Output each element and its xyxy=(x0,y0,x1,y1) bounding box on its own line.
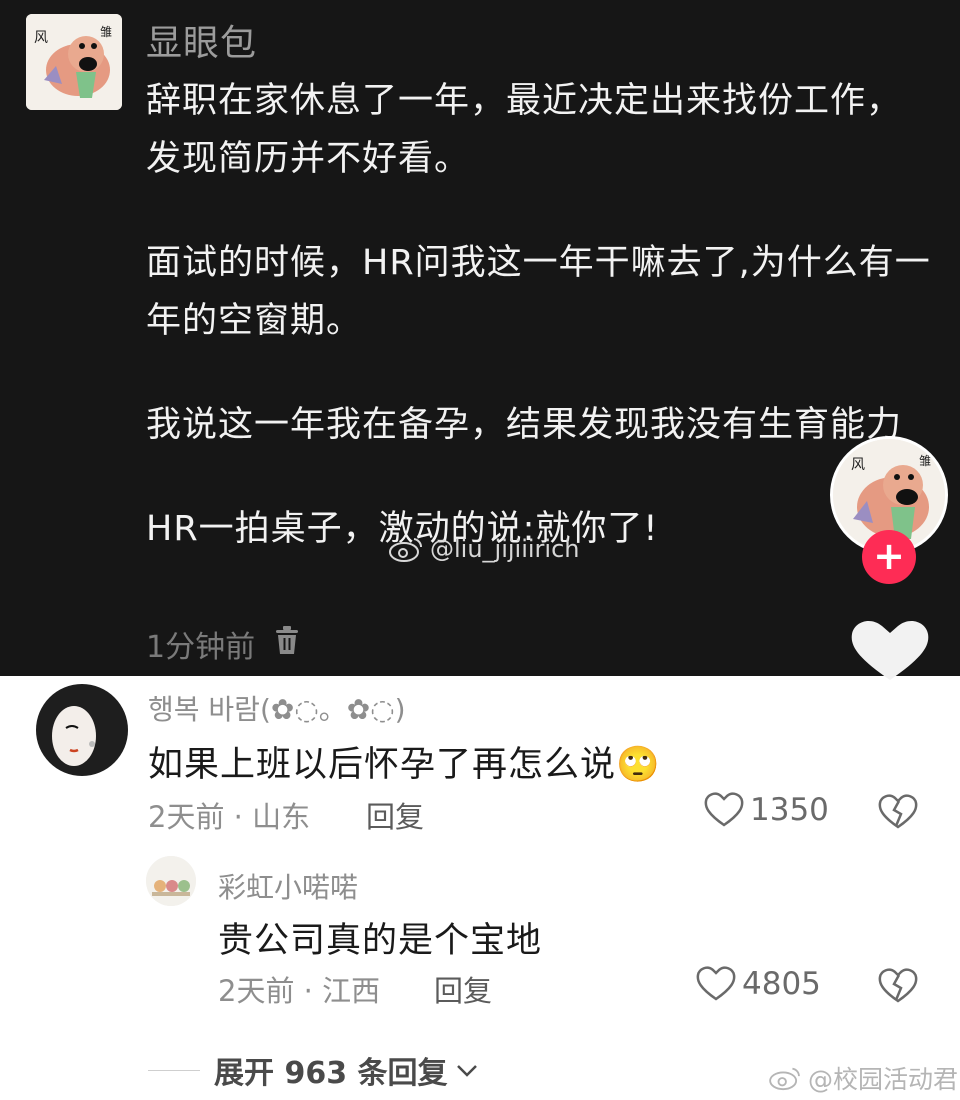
expand-replies-button[interactable]: 展开 963 条回复 xyxy=(148,1048,480,1092)
reply-like[interactable]: 4805 xyxy=(696,966,821,1002)
reply-text: 贵公司真的是个宝地 xyxy=(218,921,543,961)
post-body: 辞职在家休息了一年，最近决定出来找份工作，发现简历并不好看。 面试的时候，HR问… xyxy=(146,72,936,558)
follow-plus-button[interactable]: + xyxy=(862,530,916,584)
reply-button[interactable]: 回复 xyxy=(434,968,492,1010)
like-heart-icon[interactable] xyxy=(848,618,932,686)
bottom-watermark-text: @校园活动君 xyxy=(808,1065,959,1094)
post-author-avatar[interactable]: 风 雏 xyxy=(26,14,122,110)
like-count: 4805 xyxy=(742,966,821,1002)
svg-text:雏: 雏 xyxy=(100,24,112,39)
post-paragraph: 我说这一年我在备孕，结果发现我没有生育能力 xyxy=(146,405,903,445)
reply-button[interactable]: 回复 xyxy=(366,794,424,836)
post-username[interactable]: 显眼包 xyxy=(146,14,257,66)
watermark-text: @liu_jijiiirich xyxy=(430,535,580,563)
broken-heart-icon[interactable] xyxy=(878,794,918,834)
comment-avatar[interactable] xyxy=(36,684,128,776)
post-paragraph: 面试的时候，HR问我这一年干嘛去了,为什么有一年的空窗期。 xyxy=(146,243,931,341)
like-count: 1350 xyxy=(750,792,829,828)
comment-text-content: 如果上班以后怀孕了再怎么说 xyxy=(148,745,617,785)
post-panel: 风 雏 显眼包 辞职在家休息了一年，最近决定出来找份工作，发现简历并不好看。 面… xyxy=(0,0,960,680)
post-paragraph: 辞职在家休息了一年，最近决定出来找份工作，发现简历并不好看。 xyxy=(146,81,903,179)
comment-like[interactable]: 1350 xyxy=(704,792,829,828)
reply-username[interactable]: 彩虹小喏喏 xyxy=(218,866,358,906)
svg-text:雏: 雏 xyxy=(919,453,931,468)
reply-avatar[interactable] xyxy=(146,856,196,906)
plus-icon: + xyxy=(873,534,905,578)
image-watermark: @liu_jijiiirich xyxy=(388,535,580,563)
weibo-icon xyxy=(769,1067,800,1091)
svg-text:风: 风 xyxy=(851,457,865,473)
heart-icon xyxy=(696,966,736,1001)
broken-heart-icon[interactable] xyxy=(878,968,918,1008)
comment-text: 如果上班以后怀孕了再怎么说🙄 xyxy=(148,736,661,787)
comment-username[interactable]: 행복 바람(✿◌。✿◌) xyxy=(148,688,406,728)
svg-text:风: 风 xyxy=(34,30,48,46)
divider xyxy=(148,1069,200,1071)
expand-replies-label: 展开 963 条回复 xyxy=(214,1056,448,1091)
bottom-watermark: @校园活动君 xyxy=(768,1060,958,1096)
trash-icon[interactable] xyxy=(273,625,301,663)
chevron-down-icon xyxy=(456,1065,477,1077)
post-meta: 1分钟前 xyxy=(146,622,301,666)
comment-meta: 2天前 · 山东 xyxy=(148,800,311,834)
post-time: 1分钟前 xyxy=(146,630,256,665)
reply-meta: 2天前 · 江西 xyxy=(218,974,381,1008)
heart-icon xyxy=(704,792,744,827)
eye-roll-emoji: 🙄 xyxy=(616,745,661,785)
weibo-icon xyxy=(389,538,423,562)
